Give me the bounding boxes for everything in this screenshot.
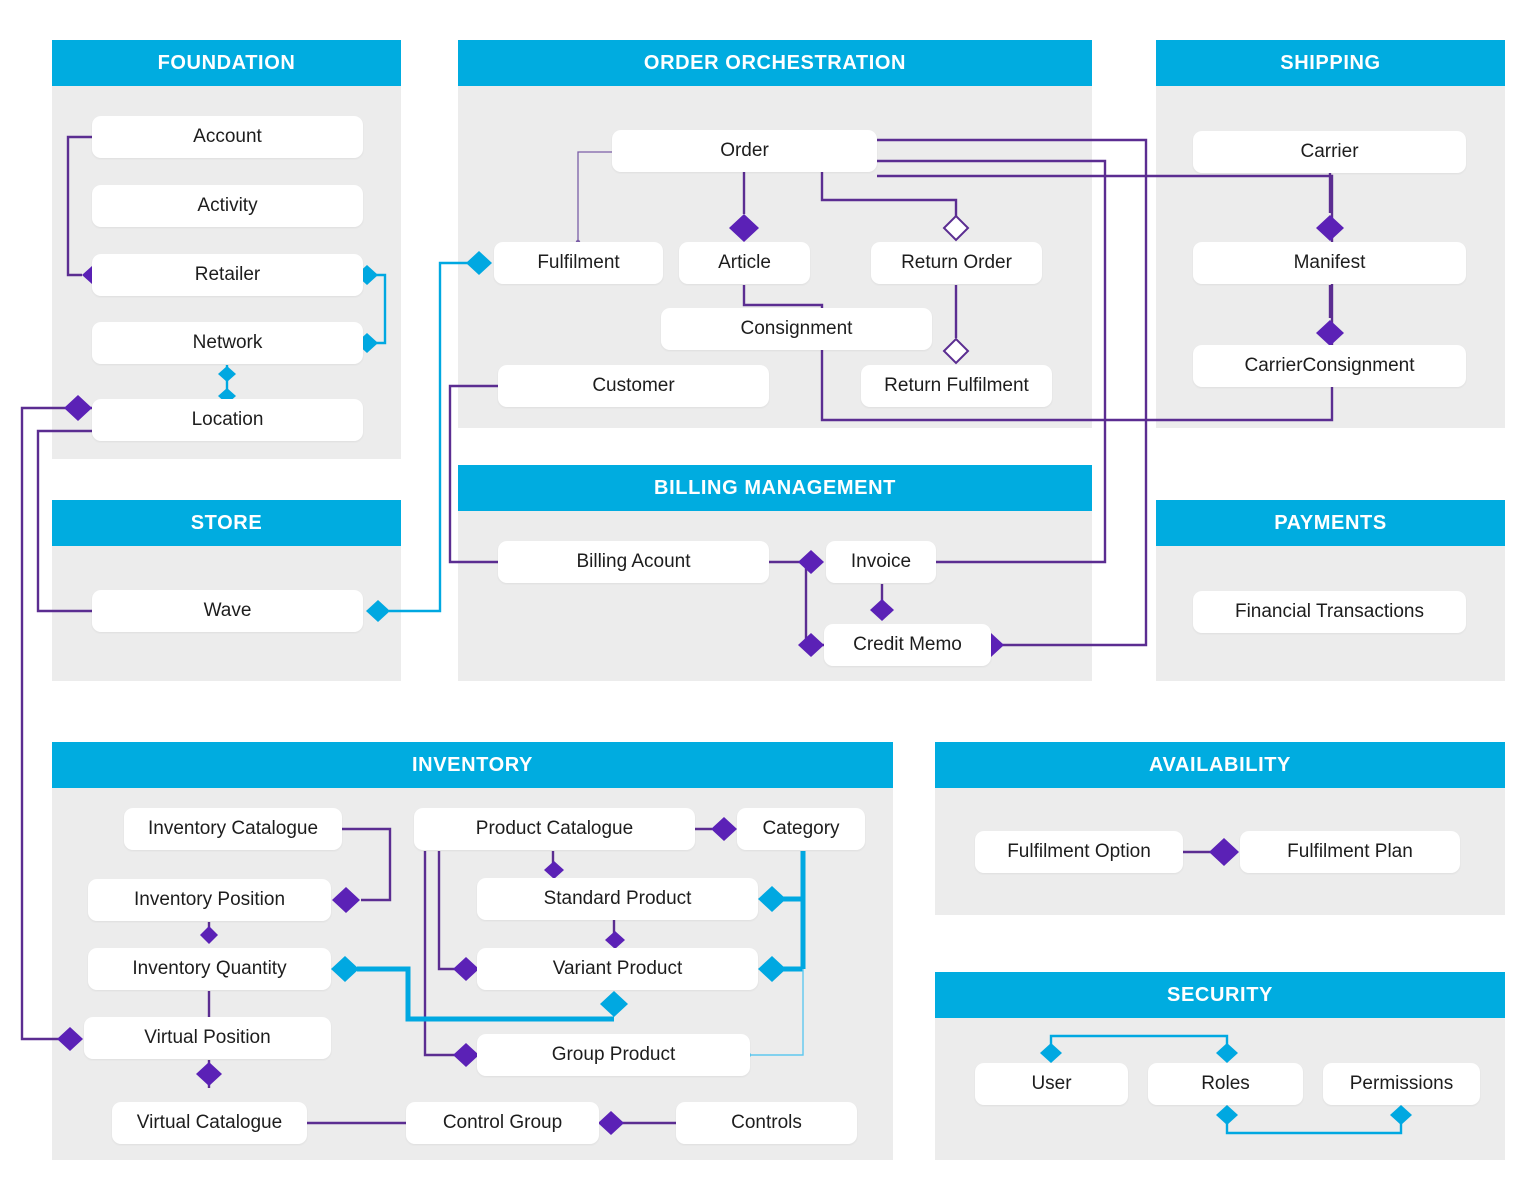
entity-credit-memo[interactable]: Credit Memo (824, 624, 991, 666)
entity-activity[interactable]: Activity (92, 185, 363, 227)
section-title-security: SECURITY (935, 972, 1505, 1018)
section-title-billing-management: BILLING MANAGEMENT (458, 465, 1092, 511)
entity-product-catalogue[interactable]: Product Catalogue (414, 808, 695, 850)
entity-return-fulfilment[interactable]: Return Fulfilment (861, 365, 1052, 407)
entity-inventory-catalogue[interactable]: Inventory Catalogue (124, 808, 342, 850)
entity-virtual-catalogue[interactable]: Virtual Catalogue (112, 1102, 307, 1144)
entity-invoice[interactable]: Invoice (826, 541, 936, 583)
entity-fulfilment-plan[interactable]: Fulfilment Plan (1240, 831, 1460, 873)
entity-virtual-position[interactable]: Virtual Position (84, 1017, 331, 1059)
section-title-inventory: INVENTORY (52, 742, 893, 788)
domain-model-diagram: FOUNDATION ORDER ORCHESTRATION SHIPPING … (0, 0, 1537, 1189)
entity-manifest[interactable]: Manifest (1193, 242, 1466, 284)
entity-permissions[interactable]: Permissions (1323, 1063, 1480, 1105)
entity-retailer[interactable]: Retailer (92, 254, 363, 296)
entity-control-group[interactable]: Control Group (406, 1102, 599, 1144)
entity-fulfilment[interactable]: Fulfilment (494, 242, 663, 284)
entity-category[interactable]: Category (737, 808, 865, 850)
section-title-order-orchestration: ORDER ORCHESTRATION (458, 40, 1092, 86)
section-title-foundation: FOUNDATION (52, 40, 401, 86)
section-foundation: FOUNDATION (52, 40, 401, 459)
entity-user[interactable]: User (975, 1063, 1128, 1105)
entity-fulfilment-option[interactable]: Fulfilment Option (975, 831, 1183, 873)
entity-article[interactable]: Article (679, 242, 810, 284)
section-title-payments: PAYMENTS (1156, 500, 1505, 546)
entity-customer[interactable]: Customer (498, 365, 769, 407)
entity-financial-transactions[interactable]: Financial Transactions (1193, 591, 1466, 633)
entity-carrier-consignment[interactable]: CarrierConsignment (1193, 345, 1466, 387)
entity-roles[interactable]: Roles (1148, 1063, 1303, 1105)
entity-network[interactable]: Network (92, 322, 363, 364)
entity-group-product[interactable]: Group Product (477, 1034, 750, 1076)
entity-return-order[interactable]: Return Order (871, 242, 1042, 284)
entity-inventory-position[interactable]: Inventory Position (88, 879, 331, 921)
section-title-shipping: SHIPPING (1156, 40, 1505, 86)
entity-inventory-quantity[interactable]: Inventory Quantity (88, 948, 331, 990)
entity-consignment[interactable]: Consignment (661, 308, 932, 350)
entity-standard-product[interactable]: Standard Product (477, 878, 758, 920)
entity-account[interactable]: Account (92, 116, 363, 158)
entity-order[interactable]: Order (612, 130, 877, 172)
entity-billing-acount[interactable]: Billing Acount (498, 541, 769, 583)
entity-wave[interactable]: Wave (92, 590, 363, 632)
entity-variant-product[interactable]: Variant Product (477, 948, 758, 990)
section-title-availability: AVAILABILITY (935, 742, 1505, 788)
entity-location[interactable]: Location (92, 399, 363, 441)
entity-controls[interactable]: Controls (676, 1102, 857, 1144)
entity-carrier[interactable]: Carrier (1193, 131, 1466, 173)
section-availability: AVAILABILITY (935, 742, 1505, 915)
section-title-store: STORE (52, 500, 401, 546)
